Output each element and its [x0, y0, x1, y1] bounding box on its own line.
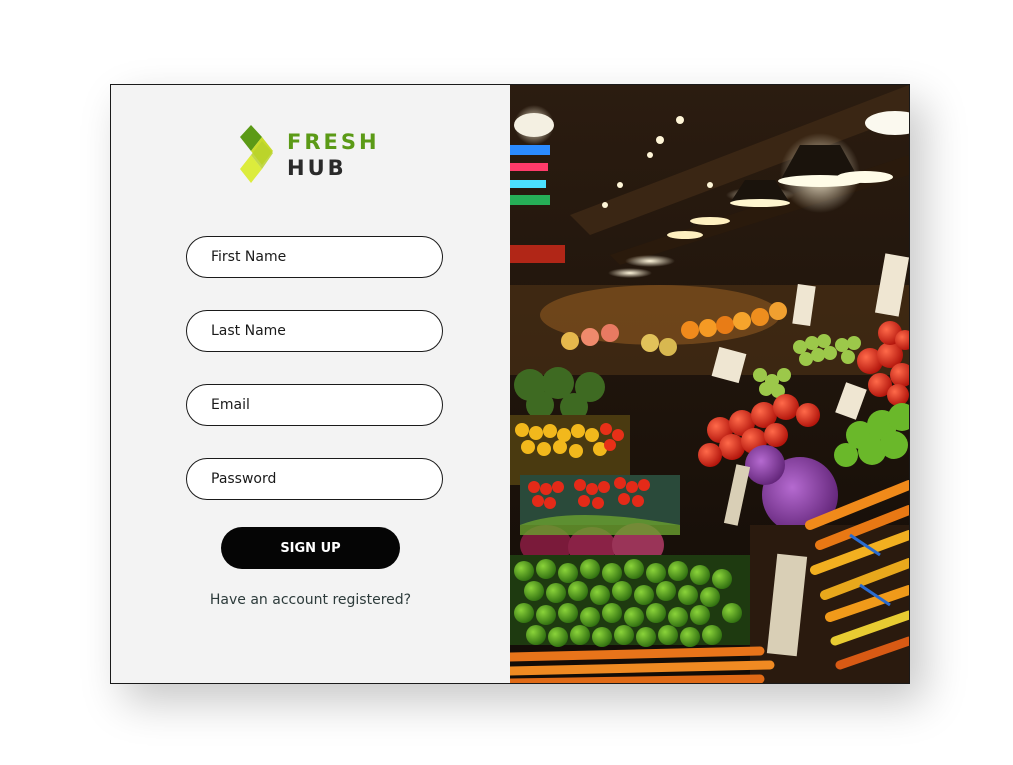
- brand-logo: FRESH HUB: [237, 125, 380, 185]
- password-input[interactable]: [186, 458, 443, 500]
- login-link[interactable]: Have an account registered?: [111, 592, 510, 608]
- hero-image: [510, 85, 909, 683]
- sign-up-button[interactable]: SIGN UP: [221, 527, 400, 569]
- signup-card: FRESH HUB SIGN UP Have an account regist…: [110, 84, 910, 684]
- leaf-logo-icon: [240, 125, 273, 183]
- brand-wordmark: FRESH HUB: [287, 129, 380, 180]
- brand-line-2: HUB: [287, 155, 347, 180]
- first-name-input[interactable]: [186, 236, 443, 278]
- last-name-input[interactable]: [186, 310, 443, 352]
- brand-line-1: FRESH: [287, 129, 380, 154]
- email-input[interactable]: [186, 384, 443, 426]
- signup-form-panel: FRESH HUB SIGN UP Have an account regist…: [111, 85, 510, 683]
- produce-market-photo: [510, 85, 909, 683]
